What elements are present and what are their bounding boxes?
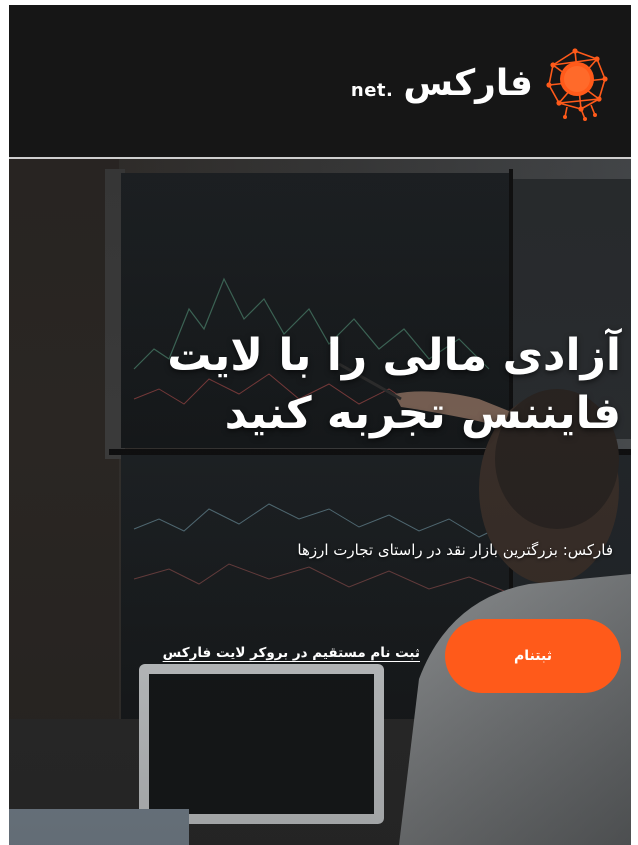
hero-title: آزادی مالی را با لایت فایننس تجربه کنید: [167, 330, 621, 439]
signup-button[interactable]: ثبتنام: [445, 619, 621, 693]
hero-section: آزادی مالی را با لایت فایننس تجربه کنید …: [9, 159, 631, 845]
site-logo[interactable]: net. فارکس: [351, 45, 609, 121]
direct-signup-link[interactable]: ثبت نام مستقیم در بروکر لایت فارکس: [163, 645, 420, 661]
hero-subtitle: فارکس: بزرگترین بازار نقد در راستای تجار…: [297, 541, 613, 559]
hero-overlay: [9, 159, 631, 845]
cta-row: ثبتنام ثبت نام مستقیم در بروکر لایت فارک…: [9, 619, 631, 695]
page-frame: net. فارکس آزادی مالی را با لایت فایننس …: [9, 5, 631, 845]
site-header: net. فارکس: [9, 5, 631, 157]
orange-network-sphere-icon: [546, 48, 608, 121]
logo-suffix: net.: [350, 79, 394, 101]
logo-wordmark: فارکس: [403, 62, 533, 104]
